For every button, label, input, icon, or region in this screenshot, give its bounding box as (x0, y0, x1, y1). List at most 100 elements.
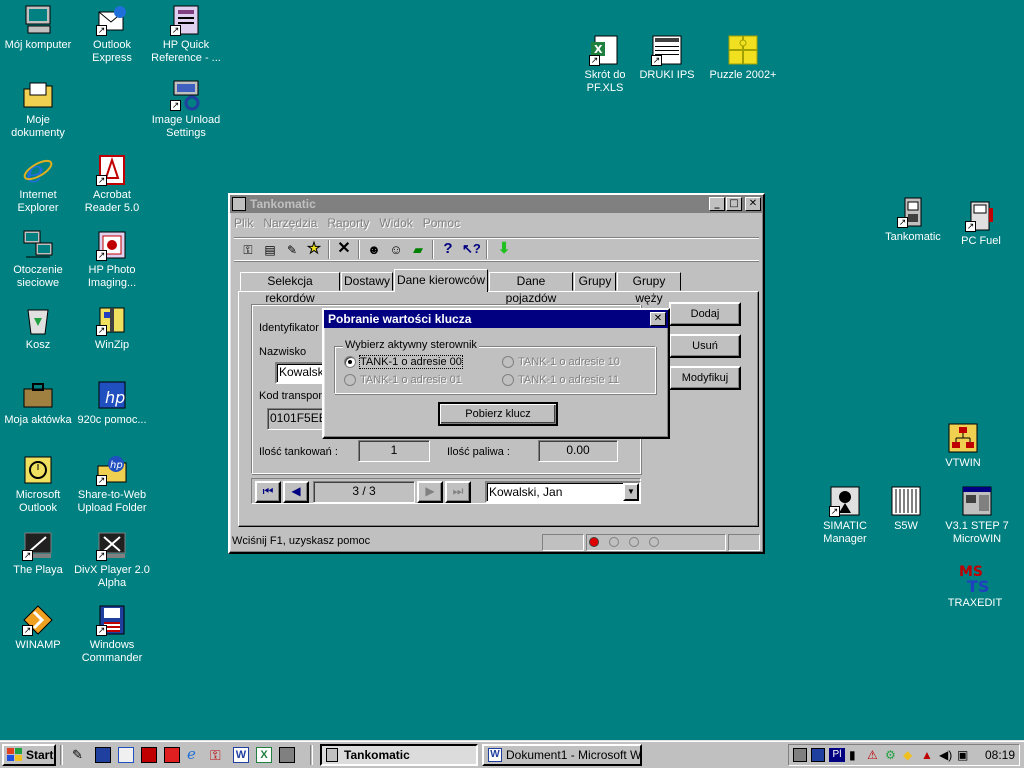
desktop-icon-briefcase[interactable]: Moja aktówka (0, 379, 76, 427)
quicklaunch-edit-icon[interactable]: ✎ (72, 747, 88, 763)
quicklaunch-commander-icon[interactable] (141, 747, 157, 763)
desktop-icon-hp-help[interactable]: hp 920c pomoc... (74, 379, 150, 427)
desktop-icon-internet-explorer[interactable]: e Internet Explorer (0, 154, 76, 215)
clock[interactable]: 08:19 (985, 748, 1015, 762)
tray-network-icon[interactable]: ⚠ (867, 748, 881, 762)
tab-dane-kierowcow[interactable]: Dane kierowców (394, 269, 488, 292)
quicklaunch-disk-icon[interactable] (95, 747, 111, 763)
minimize-button[interactable]: _ (709, 197, 725, 211)
my-documents-icon (22, 79, 54, 111)
remove-button[interactable]: Usuń (669, 334, 741, 358)
star-icon[interactable]: ★ (306, 240, 322, 257)
menu-pomoc[interactable]: Pomoc (423, 216, 460, 230)
desktop-icon-pc-fuel[interactable]: ↗ PC Fuel (943, 200, 1019, 248)
dialog-title: Pobranie wartości klucza (328, 312, 472, 326)
help-icon[interactable]: ? (440, 241, 456, 257)
modify-button[interactable]: Modyfikuj (669, 366, 741, 390)
desktop-icon-acrobat[interactable]: ↗ Acrobat Reader 5.0 (74, 154, 150, 215)
edit-icon[interactable]: ✎ (284, 242, 300, 258)
tab-dostawy[interactable]: Dostawy (341, 272, 393, 291)
desktop-icon-s5w[interactable]: S5W (868, 485, 944, 533)
tray-tool-icon[interactable]: ⚙ (885, 748, 899, 762)
task-word[interactable]: W Dokument1 - Microsoft Word (482, 744, 642, 766)
tray-shield-icon[interactable]: ◆ (903, 748, 917, 762)
tankomatic-icon: ↗ (897, 196, 929, 228)
desktop-icon-outlook-express[interactable]: ↗ Outlook Express (74, 4, 150, 65)
desktop-icon-playa[interactable]: ↗ The Playa (0, 529, 76, 577)
desktop-icon-recycle-bin[interactable]: Kosz (0, 304, 76, 352)
delete-icon[interactable]: ✕ (336, 241, 352, 257)
menu-narzedzia[interactable]: Narzędzia (263, 216, 317, 230)
last-record-button[interactable]: ⏭ (445, 481, 471, 503)
desktop-icon-share-to-web[interactable]: hp ↗ Share-to-Web Upload Folder (74, 454, 150, 515)
tray-printer-icon[interactable]: ▣ (957, 748, 971, 762)
device-icon[interactable]: ▤ (262, 242, 278, 258)
desktop-icon-windows-commander[interactable]: ↗ Windows Commander (74, 604, 150, 665)
desktop-icon-microwin[interactable]: V3.1 STEP 7 MicroWIN (939, 485, 1015, 546)
tab-grupy-wezy[interactable]: Grupy węży (617, 272, 681, 305)
desktop-icon-winzip[interactable]: ↗ WinZip (74, 304, 150, 352)
desktop-icon-image-unload[interactable]: ↗ Image Unload Settings (148, 79, 224, 140)
vtwin-icon (947, 422, 979, 454)
desktop-icon-ms-outlook[interactable]: Microsoft Outlook (0, 454, 76, 515)
tray-volume-icon[interactable]: ◀) (939, 748, 953, 762)
tab-grupy[interactable]: Grupy (574, 272, 616, 291)
prev-record-button[interactable]: ◀ (283, 481, 309, 503)
desktop-icon-druki[interactable]: ↗ DRUKI IPS (629, 34, 705, 82)
combo-dropdown-button[interactable]: ▼ (623, 483, 639, 501)
desktop-icon-hp-quick-reference[interactable]: ↗ HP Quick Reference - ... (148, 4, 224, 65)
desktop-icon-vtwin[interactable]: VTWIN (925, 422, 1001, 470)
tray-device-icon[interactable] (793, 748, 807, 762)
dialog-close-button[interactable]: ✕ (650, 312, 666, 326)
internet-explorer-icon: e (22, 154, 54, 190)
desktop-icon-label: Outlook Express (92, 39, 132, 64)
desktop-icon-winamp[interactable]: ↗ WINAMP (0, 604, 76, 652)
desktop-icon-my-computer[interactable]: Mój komputer (0, 4, 76, 52)
quicklaunch-word-icon[interactable]: W (233, 747, 249, 763)
truck-icon[interactable]: ▰ (410, 242, 426, 258)
desktop-icon-hp-photo[interactable]: ↗ HP Photo Imaging... (74, 229, 150, 290)
tab-selekcja-rekordow[interactable]: Selekcja rekordów (240, 272, 340, 305)
task-label: Dokument1 - Microsoft Word (506, 748, 642, 762)
get-key-button[interactable]: Pobierz klucz (438, 402, 558, 426)
menu-plik[interactable]: Plik (234, 216, 253, 230)
desktop-icon-my-documents[interactable]: Moje dokumenty (0, 79, 76, 140)
first-record-button[interactable]: ⏮ (255, 481, 281, 503)
desktop-icon-network[interactable]: Otoczenie sieciowe (0, 229, 76, 290)
desktop-icon-divx[interactable]: ↗ DivX Player 2.0 Alpha (74, 529, 150, 590)
quicklaunch-outlook-icon[interactable] (118, 747, 134, 763)
key-icon[interactable]: ⚿ (240, 242, 256, 258)
radio-option[interactable]: TANK-1 o adresie 01 (344, 373, 462, 387)
menu-widok[interactable]: Widok (379, 216, 412, 230)
quicklaunch-calendar-icon[interactable] (164, 747, 180, 763)
dialog-titlebar[interactable]: Pobranie wartości klucza ✕ (324, 310, 668, 328)
radio-option[interactable]: TANK-1 o adresie 11 (502, 373, 619, 387)
tray-acrobat-icon[interactable]: ▲ (921, 748, 935, 762)
driver-combo[interactable]: Kowalski, Jan ▼ (485, 481, 641, 503)
driver-icon[interactable]: ☻ (366, 242, 382, 258)
quicklaunch-excel-icon[interactable]: X (256, 747, 272, 763)
add-button[interactable]: Dodaj (669, 302, 741, 326)
desktop-icon-tankomatic[interactable]: ↗ Tankomatic (875, 196, 951, 244)
download-arrow-icon[interactable]: ⬇ (496, 241, 512, 257)
next-record-button[interactable]: ▶ (417, 481, 443, 503)
menu-raporty[interactable]: Raporty (327, 216, 369, 230)
maximize-button[interactable]: □ (726, 197, 742, 211)
tab-dane-pojazdow[interactable]: Dane pojazdów (489, 272, 573, 305)
tray-signal-icon[interactable]: ▮ (849, 748, 863, 762)
radio-option[interactable]: TANK-1 o adresie 10 (502, 355, 620, 369)
quicklaunch-display-icon[interactable] (279, 747, 295, 763)
tray-monitor-icon[interactable] (811, 748, 825, 762)
drivers-icon[interactable]: ☺ (388, 242, 404, 258)
tray-language-icon[interactable]: Pl (829, 748, 845, 762)
context-help-icon[interactable]: ↖? (462, 241, 481, 257)
close-button[interactable]: ✕ (745, 197, 761, 211)
start-button[interactable]: Start (2, 744, 56, 766)
quicklaunch-access-icon[interactable]: ⚿ (210, 747, 226, 763)
desktop-icon-puzzle[interactable]: Puzzle 2002+ (705, 34, 781, 82)
window-titlebar[interactable]: Tankomatic _ □ ✕ (230, 195, 763, 213)
radio-option[interactable]: TANK-1 o adresie 00 (344, 355, 463, 369)
desktop-icon-traxedit[interactable]: MS TS TRAXEDIT (937, 562, 1013, 610)
task-tankomatic[interactable]: Tankomatic (320, 744, 478, 766)
quicklaunch-ie-icon[interactable]: e (187, 747, 203, 763)
